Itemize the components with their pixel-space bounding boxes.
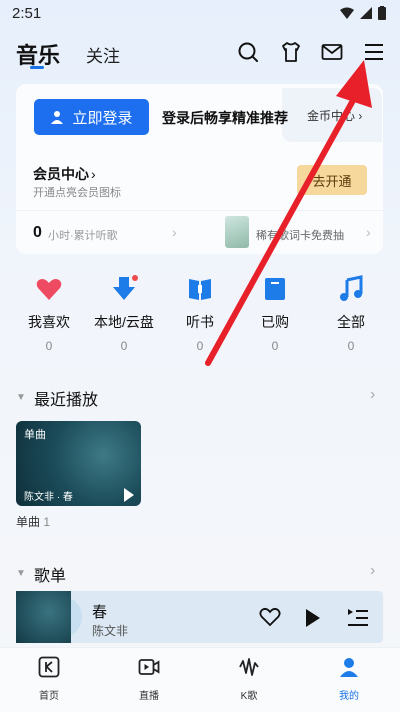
sound-wave-icon: [239, 658, 259, 676]
mini-player-cover: [16, 591, 71, 643]
quick-item-all[interactable]: 全部 0: [316, 275, 386, 353]
nav-label: K歌: [240, 691, 258, 702]
quick-item-purchased[interactable]: 已购 0: [240, 275, 310, 353]
status-time: 2:51: [12, 5, 42, 22]
quick-item-favorites[interactable]: 我喜欢 0: [14, 275, 84, 353]
playlist-section-title: 歌单: [34, 568, 67, 585]
quick-item-count: 0: [347, 339, 355, 353]
nav-home[interactable]: 首页: [19, 656, 79, 702]
chevron-right-icon: ›: [366, 224, 371, 240]
nav-label: 直播: [139, 691, 159, 702]
play-icon[interactable]: [124, 488, 134, 502]
battery-icon: [378, 6, 386, 20]
recent-caption: 单曲 1: [16, 513, 50, 530]
quick-item-count: 0: [271, 339, 279, 353]
lyric-card-promo[interactable]: 稀有歌词卡免费抽: [256, 227, 344, 243]
mini-player-song-title: 春: [92, 604, 108, 621]
vip-chevron: ›: [91, 166, 96, 182]
quick-item-local[interactable]: 本地/云盘 0: [89, 275, 159, 353]
nav-live[interactable]: 直播: [119, 656, 179, 702]
listen-hours-label: 小时·累计听歌: [48, 230, 118, 242]
listen-hours-value[interactable]: 0: [33, 224, 42, 242]
quick-item-label: 听书: [186, 314, 214, 330]
mini-player-artist: 陈文非: [92, 624, 129, 638]
search-icon[interactable]: [236, 40, 260, 64]
quick-item-label: 已购: [261, 314, 289, 330]
divider: [16, 210, 383, 211]
open-vip-button[interactable]: 去开通: [297, 165, 367, 195]
coin-center-label[interactable]: 金币中心 ›: [307, 107, 362, 124]
menu-icon[interactable]: [362, 40, 386, 64]
heart-outline-icon[interactable]: [259, 607, 281, 627]
recent-more-icon[interactable]: ›: [370, 386, 375, 404]
wifi-icon: [340, 7, 354, 19]
music-note-icon: [340, 275, 363, 301]
quick-item-count: 0: [120, 339, 128, 353]
tab-active-indicator: [30, 66, 44, 69]
vip-center-subtitle: 开通点亮会员图标: [33, 187, 121, 199]
collapse-caret-icon[interactable]: ▼: [16, 568, 26, 579]
recent-card-name: 陈文非 · 春: [24, 492, 73, 503]
quick-item-count: 0: [196, 339, 204, 353]
quick-item-count: 0: [45, 339, 53, 353]
playlist-queue-icon[interactable]: [348, 608, 368, 628]
vip-center-label: 会员中心: [33, 166, 89, 182]
chevron-right-icon: ›: [172, 224, 177, 240]
k-logo-icon: [38, 656, 60, 678]
vip-center-title[interactable]: 会员中心 ›: [33, 164, 96, 184]
live-video-icon: [138, 659, 160, 675]
nav-mine[interactable]: 我的: [319, 656, 379, 702]
recent-section-title: 最近播放: [34, 392, 99, 409]
status-icons: [340, 6, 386, 20]
lyric-card-thumbnail: [225, 216, 249, 248]
login-button-label: 立即登录: [72, 109, 133, 127]
quick-item-label: 全部: [337, 314, 365, 330]
tab-follow[interactable]: 关注: [86, 42, 120, 67]
user-icon: [51, 111, 64, 124]
quick-item-label: 我喜欢: [28, 314, 70, 330]
download-icon: [113, 275, 138, 300]
profile-icon: [340, 658, 358, 677]
recent-caption-label: 单曲: [16, 515, 41, 529]
playlist-more-icon[interactable]: ›: [370, 562, 375, 580]
heart-icon: [36, 279, 62, 300]
collapse-caret-icon[interactable]: ▼: [16, 392, 26, 403]
signal-icon: [360, 7, 372, 19]
book-icon: [189, 279, 211, 300]
quick-item-audiobooks[interactable]: 听书 0: [165, 275, 235, 353]
shirt-icon[interactable]: [279, 40, 303, 64]
play-icon[interactable]: [306, 609, 320, 627]
nav-label: 我的: [339, 691, 359, 702]
login-tip: 登录后畅享精准推荐: [162, 110, 288, 126]
nav-label: 首页: [39, 691, 59, 702]
mail-icon[interactable]: [320, 40, 344, 64]
nav-karaoke[interactable]: K歌: [219, 656, 279, 702]
login-button[interactable]: 立即登录: [34, 99, 149, 135]
recent-caption-count: 1: [43, 515, 51, 529]
shopping-bag-icon: [265, 278, 285, 300]
recent-card-type: 单曲: [24, 429, 46, 441]
quick-item-label: 本地/云盘: [94, 314, 154, 330]
